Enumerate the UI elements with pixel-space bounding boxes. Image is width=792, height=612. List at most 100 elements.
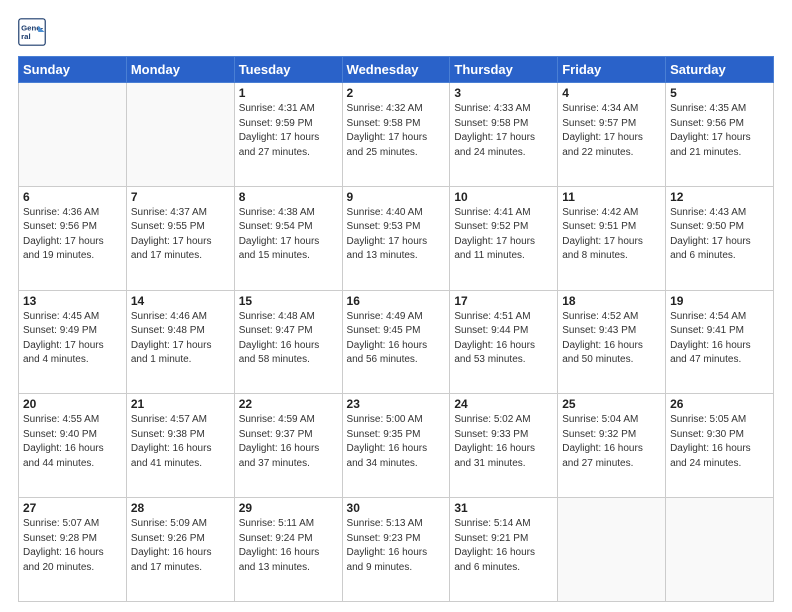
day-number: 8 (239, 190, 338, 204)
day-info: Sunrise: 5:14 AM Sunset: 9:21 PM Dayligh… (454, 517, 553, 575)
day-info: Sunrise: 4:48 AM Sunset: 9:47 PM Dayligh… (239, 310, 338, 368)
calendar-cell: 16Sunrise: 4:49 AM Sunset: 9:45 PM Dayli… (342, 290, 450, 394)
calendar-cell: 29 Sunrise: 5:11 AM Sunset: 9:24 PM Dayli… (234, 498, 342, 602)
day-info: Sunrise: 5:13 AM Sunset: 9:23 PM Dayligh… (347, 517, 446, 575)
calendar-cell: 19Sunrise: 4:54 AM Sunset: 9:41 PM Dayli… (666, 290, 774, 394)
day-info: Sunrise: 5:11 AM Sunset: 9:24 PM Dayligh… (239, 517, 338, 575)
day-info: Sunrise: 4:51 AM Sunset: 9:44 PM Dayligh… (454, 310, 553, 368)
day-info: Sunrise: 4:36 AM Sunset: 9:56 PM Dayligh… (23, 206, 122, 264)
calendar-cell: 27 Sunrise: 5:07 AM Sunset: 9:28 PM Dayli… (19, 498, 127, 602)
calendar-cell: 6 Sunrise: 4:36 AM Sunset: 9:56 PM Daylig… (19, 186, 127, 290)
calendar-week-row: 1 Sunrise: 4:31 AM Sunset: 9:59 PM Daylig… (19, 83, 774, 187)
calendar-cell: 13 Sunrise: 4:45 AM Sunset: 9:49 PM Dayli… (19, 290, 127, 394)
calendar-cell: 1 Sunrise: 4:31 AM Sunset: 9:59 PM Daylig… (234, 83, 342, 187)
day-info: Sunrise: 5:04 AM Sunset: 9:32 PM Dayligh… (562, 413, 661, 471)
calendar-cell: 25 Sunrise: 5:04 AM Sunset: 9:32 PM Dayli… (558, 394, 666, 498)
day-info: Sunrise: 4:34 AM Sunset: 9:57 PM Dayligh… (562, 102, 661, 160)
calendar-cell: 14 Sunrise: 4:46 AM Sunset: 9:48 PM Dayli… (126, 290, 234, 394)
day-number: 1 (239, 86, 338, 100)
day-info: Sunrise: 4:57 AM Sunset: 9:38 PM Dayligh… (131, 413, 230, 471)
day-info: Sunrise: 4:55 AM Sunset: 9:40 PM Dayligh… (23, 413, 122, 471)
calendar-cell: 5 Sunrise: 4:35 AM Sunset: 9:56 PM Daylig… (666, 83, 774, 187)
calendar-cell (558, 498, 666, 602)
calendar-table: SundayMondayTuesdayWednesdayThursdayFrid… (18, 56, 774, 602)
calendar-cell: 3 Sunrise: 4:33 AM Sunset: 9:58 PM Daylig… (450, 83, 558, 187)
calendar-cell: 10 Sunrise: 4:41 AM Sunset: 9:52 PM Dayli… (450, 186, 558, 290)
header: Gene- ral (18, 18, 774, 46)
day-number: 13 (23, 294, 122, 308)
day-number: 10 (454, 190, 553, 204)
calendar-week-row: 13 Sunrise: 4:45 AM Sunset: 9:49 PM Dayli… (19, 290, 774, 394)
day-number: 6 (23, 190, 122, 204)
calendar-week-row: 6 Sunrise: 4:36 AM Sunset: 9:56 PM Daylig… (19, 186, 774, 290)
day-number: 20 (23, 397, 122, 411)
calendar-cell: 21 Sunrise: 4:57 AM Sunset: 9:38 PM Dayli… (126, 394, 234, 498)
day-info: Sunrise: 4:54 AM Sunset: 9:41 PM Dayligh… (670, 310, 769, 368)
day-number: 18 (562, 294, 661, 308)
page: Gene- ral SundayMondayTuesdayWednesdayTh… (0, 0, 792, 612)
calendar-cell: 9Sunrise: 4:40 AM Sunset: 9:53 PM Daylig… (342, 186, 450, 290)
day-info: Sunrise: 4:42 AM Sunset: 9:51 PM Dayligh… (562, 206, 661, 264)
day-number: 11 (562, 190, 661, 204)
day-number: 31 (454, 501, 553, 515)
day-number: 30 (347, 501, 446, 515)
calendar-cell: 31 Sunrise: 5:14 AM Sunset: 9:21 PM Dayli… (450, 498, 558, 602)
day-of-week-sunday: Sunday (19, 57, 127, 83)
logo-icon: Gene- ral (18, 18, 46, 46)
calendar-cell: 2 Sunrise: 4:32 AM Sunset: 9:58 PM Daylig… (342, 83, 450, 187)
calendar-cell: 11 Sunrise: 4:42 AM Sunset: 9:51 PM Dayli… (558, 186, 666, 290)
day-of-week-wednesday: Wednesday (342, 57, 450, 83)
calendar-cell: 12 Sunrise: 4:43 AM Sunset: 9:50 PM Dayli… (666, 186, 774, 290)
day-info: Sunrise: 4:33 AM Sunset: 9:58 PM Dayligh… (454, 102, 553, 160)
day-info: Sunrise: 4:31 AM Sunset: 9:59 PM Dayligh… (239, 102, 338, 160)
day-number: 23 (347, 397, 446, 411)
day-info: Sunrise: 4:37 AM Sunset: 9:55 PM Dayligh… (131, 206, 230, 264)
day-number: 29 (239, 501, 338, 515)
day-number: 22 (239, 397, 338, 411)
day-of-week-saturday: Saturday (666, 57, 774, 83)
day-info: Sunrise: 5:00 AM Sunset: 9:35 PM Dayligh… (347, 413, 446, 471)
day-number: 12 (670, 190, 769, 204)
day-info: Sunrise: 4:43 AM Sunset: 9:50 PM Dayligh… (670, 206, 769, 264)
day-info: Sunrise: 4:52 AM Sunset: 9:43 PM Dayligh… (562, 310, 661, 368)
calendar-cell: 18 Sunrise: 4:52 AM Sunset: 9:43 PM Dayli… (558, 290, 666, 394)
calendar-cell: 8 Sunrise: 4:38 AM Sunset: 9:54 PM Daylig… (234, 186, 342, 290)
calendar-cell: 17 Sunrise: 4:51 AM Sunset: 9:44 PM Dayli… (450, 290, 558, 394)
day-info: Sunrise: 4:40 AM Sunset: 9:53 PM Dayligh… (347, 206, 446, 264)
day-info: Sunrise: 4:41 AM Sunset: 9:52 PM Dayligh… (454, 206, 553, 264)
day-info: Sunrise: 4:35 AM Sunset: 9:56 PM Dayligh… (670, 102, 769, 160)
calendar-cell: 4 Sunrise: 4:34 AM Sunset: 9:57 PM Daylig… (558, 83, 666, 187)
day-number: 15 (239, 294, 338, 308)
day-number: 17 (454, 294, 553, 308)
day-number: 5 (670, 86, 769, 100)
day-number: 25 (562, 397, 661, 411)
day-number: 27 (23, 501, 122, 515)
calendar-cell (126, 83, 234, 187)
calendar-cell: 23 Sunrise: 5:00 AM Sunset: 9:35 PM Dayli… (342, 394, 450, 498)
day-info: Sunrise: 4:38 AM Sunset: 9:54 PM Dayligh… (239, 206, 338, 264)
day-number: 4 (562, 86, 661, 100)
logo: Gene- ral (18, 18, 50, 46)
calendar-cell: 20 Sunrise: 4:55 AM Sunset: 9:40 PM Dayli… (19, 394, 127, 498)
day-number: 21 (131, 397, 230, 411)
calendar-cell: 24Sunrise: 5:02 AM Sunset: 9:33 PM Dayli… (450, 394, 558, 498)
day-info: Sunrise: 5:09 AM Sunset: 9:26 PM Dayligh… (131, 517, 230, 575)
day-of-week-thursday: Thursday (450, 57, 558, 83)
calendar-week-row: 20 Sunrise: 4:55 AM Sunset: 9:40 PM Dayli… (19, 394, 774, 498)
day-info: Sunrise: 5:02 AM Sunset: 9:33 PM Dayligh… (454, 413, 553, 471)
day-info: Sunrise: 4:45 AM Sunset: 9:49 PM Dayligh… (23, 310, 122, 368)
day-number: 14 (131, 294, 230, 308)
day-info: Sunrise: 4:46 AM Sunset: 9:48 PM Dayligh… (131, 310, 230, 368)
day-number: 3 (454, 86, 553, 100)
calendar-header-row: SundayMondayTuesdayWednesdayThursdayFrid… (19, 57, 774, 83)
day-of-week-monday: Monday (126, 57, 234, 83)
day-info: Sunrise: 4:32 AM Sunset: 9:58 PM Dayligh… (347, 102, 446, 160)
day-info: Sunrise: 4:59 AM Sunset: 9:37 PM Dayligh… (239, 413, 338, 471)
day-of-week-friday: Friday (558, 57, 666, 83)
calendar-cell: 28Sunrise: 5:09 AM Sunset: 9:26 PM Dayli… (126, 498, 234, 602)
calendar-week-row: 27 Sunrise: 5:07 AM Sunset: 9:28 PM Dayli… (19, 498, 774, 602)
calendar-cell: 30 Sunrise: 5:13 AM Sunset: 9:23 PM Dayli… (342, 498, 450, 602)
day-info: Sunrise: 5:07 AM Sunset: 9:28 PM Dayligh… (23, 517, 122, 575)
day-number: 2 (347, 86, 446, 100)
calendar-cell (19, 83, 127, 187)
